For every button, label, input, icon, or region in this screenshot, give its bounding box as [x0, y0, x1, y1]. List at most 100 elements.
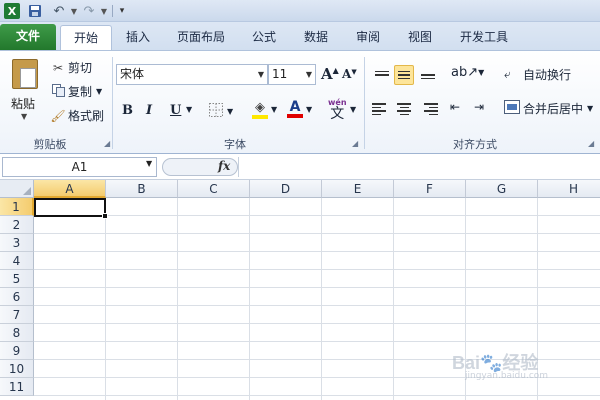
tab-file[interactable]: 文件 [0, 24, 56, 50]
row-header-11[interactable]: 11 [0, 378, 34, 396]
formula-input[interactable] [238, 157, 600, 177]
chevron-down-icon: ▼ [587, 104, 594, 113]
row-gridline [34, 215, 600, 216]
tab-home[interactable]: 开始 [60, 25, 112, 50]
tab-developer[interactable]: 开发工具 [450, 25, 518, 50]
align-middle-button[interactable] [394, 65, 414, 85]
bold-icon: B [122, 103, 133, 118]
row-gridline [34, 323, 600, 324]
format-painter-button[interactable]: 🖌 格式刷 [50, 107, 104, 124]
font-name-select[interactable]: 宋体 ▼ [116, 64, 268, 85]
clipboard-launcher-icon[interactable]: ◢ [104, 139, 110, 148]
decrease-indent-button[interactable]: ⇤ [450, 100, 460, 114]
underline-dropdown-icon[interactable]: ▼ [186, 105, 192, 114]
alignment-group-label: 对齐方式 [453, 138, 497, 151]
insert-function-icon[interactable]: fx [218, 159, 230, 173]
row-gridline [34, 269, 600, 270]
row-header-3[interactable]: 3 [0, 234, 34, 252]
excel-app-icon[interactable]: X [4, 3, 20, 19]
tab-data[interactable]: 数据 [294, 25, 338, 50]
borders-button[interactable]: ▼ [208, 102, 233, 121]
font-color-button[interactable]: A ▼ [287, 100, 312, 118]
column-header-h[interactable]: H [538, 180, 600, 198]
copy-icon [50, 83, 66, 100]
align-left-button[interactable] [372, 99, 392, 119]
paste-button[interactable]: 粘贴 [11, 95, 35, 112]
tab-formulas[interactable]: 公式 [242, 25, 286, 50]
increase-indent-button[interactable]: ⇥ [474, 100, 484, 114]
column-header-c[interactable]: C [178, 180, 250, 198]
align-bottom-button[interactable] [418, 65, 438, 85]
tab-view[interactable]: 视图 [398, 25, 442, 50]
chevron-down-icon: ▼ [305, 70, 312, 79]
tab-page-layout[interactable]: 页面布局 [168, 25, 234, 50]
align-top-button[interactable] [372, 65, 392, 85]
increase-indent-icon: ⇥ [474, 100, 485, 114]
underline-icon: U [170, 103, 182, 118]
chevron-down-icon: ▼ [257, 70, 264, 79]
column-header-b[interactable]: B [106, 180, 178, 198]
row-gridline [34, 341, 600, 342]
column-header-d[interactable]: D [250, 180, 322, 198]
row-header-10[interactable]: 10 [0, 360, 34, 378]
row-gridline [34, 287, 600, 288]
column-header-a[interactable]: A [34, 180, 106, 198]
name-box-value: A1 [71, 160, 88, 174]
save-icon[interactable] [28, 3, 42, 19]
copy-label: 复制 [68, 85, 93, 99]
column-gridline [105, 198, 106, 400]
name-box-dropdown-icon[interactable]: ▼ [146, 159, 152, 168]
column-header-e[interactable]: E [322, 180, 394, 198]
cut-button[interactable]: ✂ 剪切 [50, 59, 92, 76]
row-header-1[interactable]: 1 [0, 198, 34, 216]
paste-dropdown-icon[interactable]: ▼ [21, 112, 27, 121]
row-header-9[interactable]: 9 [0, 342, 34, 360]
phonetic-guide-button[interactable]: wén 文 [328, 98, 347, 122]
fill-color-button[interactable]: ◈ ▼ [252, 100, 277, 119]
alignment-launcher-icon[interactable]: ◢ [588, 139, 594, 148]
italic-button[interactable]: I [146, 103, 152, 118]
font-size-value: 11 [272, 67, 288, 81]
decrease-indent-icon: ⇤ [450, 100, 461, 114]
redo-dropdown-icon[interactable]: ▼ [100, 3, 108, 19]
name-box[interactable]: A1 [2, 157, 157, 177]
redo-icon[interactable]: ↷ [82, 3, 96, 19]
text-orientation-icon: ab↗ [451, 65, 479, 80]
row-header-5[interactable]: 5 [0, 270, 34, 288]
italic-icon: I [146, 103, 153, 118]
align-center-button[interactable] [394, 99, 414, 119]
row-header-6[interactable]: 6 [0, 288, 34, 306]
font-launcher-icon[interactable]: ◢ [352, 139, 358, 148]
row-header-8[interactable]: 8 [0, 324, 34, 342]
column-header-f[interactable]: F [394, 180, 466, 198]
shrink-font-button[interactable]: A ▼ [342, 67, 357, 82]
active-cell[interactable] [34, 198, 106, 217]
undo-icon[interactable]: ↶ [52, 3, 66, 19]
underline-button[interactable]: U [170, 103, 181, 118]
undo-dropdown-icon[interactable]: ▼ [70, 3, 78, 19]
column-header-g[interactable]: G [466, 180, 538, 198]
fill-handle[interactable] [102, 213, 108, 219]
paste-icon[interactable] [12, 59, 38, 89]
row-header-7[interactable]: 7 [0, 306, 34, 324]
customize-toolbar-icon[interactable]: ▾ [117, 3, 127, 19]
font-size-select[interactable]: 11 ▼ [268, 64, 316, 85]
tab-review[interactable]: 审阅 [346, 25, 390, 50]
align-right-button[interactable] [418, 99, 438, 119]
merge-center-button[interactable]: 合并后居中 ▼ [504, 100, 593, 117]
copy-dropdown-icon[interactable]: ▼ [96, 87, 102, 96]
row-header-2[interactable]: 2 [0, 216, 34, 234]
phonetic-dropdown-icon[interactable]: ▼ [350, 105, 356, 114]
bold-button[interactable]: B [122, 103, 133, 118]
select-all-button[interactable] [0, 180, 34, 198]
column-gridline [393, 198, 394, 400]
row-header-4[interactable]: 4 [0, 252, 34, 270]
wrap-text-button[interactable]: ⤶ 自动换行 [504, 66, 571, 83]
grow-font-button[interactable]: A ▲ [321, 65, 339, 83]
tab-insert[interactable]: 插入 [116, 25, 160, 50]
grow-font-icon: A [321, 65, 333, 83]
orientation-button[interactable]: ab↗ ▼ [451, 65, 484, 80]
copy-button[interactable]: 复制 ▼ [50, 83, 102, 100]
formula-bar: A1 ▼ fx [0, 155, 600, 180]
row-gridline [34, 251, 600, 252]
